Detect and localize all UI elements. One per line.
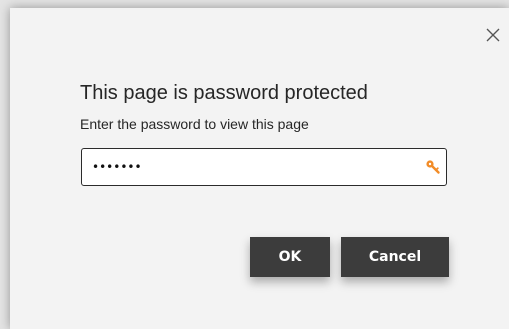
password-dialog: This page is password protected Enter th… — [10, 8, 509, 329]
dialog-title: This page is password protected — [80, 82, 368, 104]
close-icon[interactable] — [484, 26, 502, 44]
key-icon[interactable] — [425, 159, 441, 175]
password-input[interactable] — [92, 155, 412, 179]
cancel-button[interactable]: Cancel — [341, 237, 449, 277]
ok-button[interactable]: OK — [250, 237, 330, 277]
dialog-subtitle: Enter the password to view this page — [80, 116, 309, 132]
password-field[interactable] — [81, 148, 447, 186]
